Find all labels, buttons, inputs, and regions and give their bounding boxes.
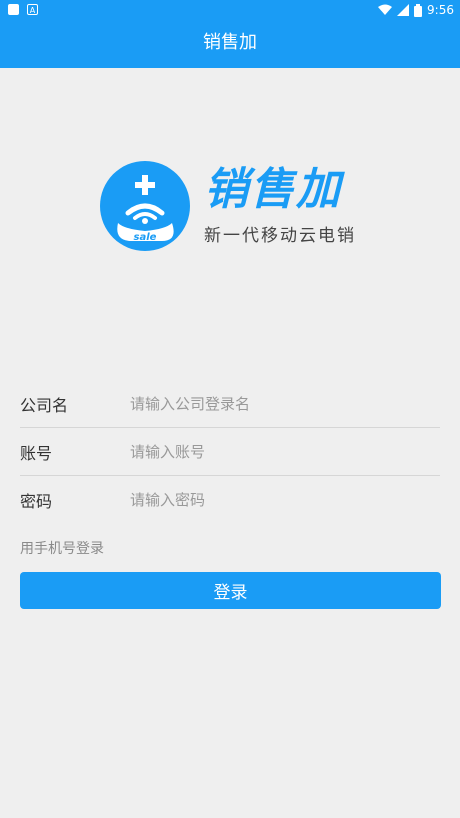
- account-label: 账号: [20, 443, 53, 463]
- app-logo: sale 销售加 新一代移动云电销: [100, 160, 380, 252]
- login-button[interactable]: 登录: [20, 572, 441, 609]
- status-time: 9:56: [427, 3, 454, 17]
- company-label: 公司名: [20, 395, 69, 415]
- password-row: 密码: [20, 476, 440, 523]
- battery-icon: [414, 3, 423, 17]
- account-input[interactable]: [130, 442, 440, 461]
- company-row: 公司名: [20, 380, 440, 428]
- logo-slogan: 新一代移动云电销: [204, 226, 356, 246]
- phone-login-link[interactable]: 用手机号登录: [20, 538, 104, 558]
- page-title: 销售加: [203, 32, 257, 53]
- phone-plus-logo-icon: sale: [100, 161, 190, 251]
- login-form: 公司名 账号 密码: [20, 380, 440, 523]
- status-bar: A 9:56: [0, 0, 460, 20]
- password-input[interactable]: [130, 490, 440, 509]
- signal-icon: [397, 4, 410, 16]
- logo-name: 销售加: [204, 164, 342, 215]
- account-row: 账号: [20, 428, 440, 476]
- logo-badge-text: sale: [134, 232, 157, 243]
- app-bar: A 9:56 销售加: [0, 0, 460, 68]
- wifi-icon: [378, 4, 393, 15]
- a-icon: A: [27, 4, 38, 15]
- notification-square-icon: [8, 4, 19, 15]
- company-input[interactable]: [130, 394, 440, 413]
- password-label: 密码: [20, 491, 53, 511]
